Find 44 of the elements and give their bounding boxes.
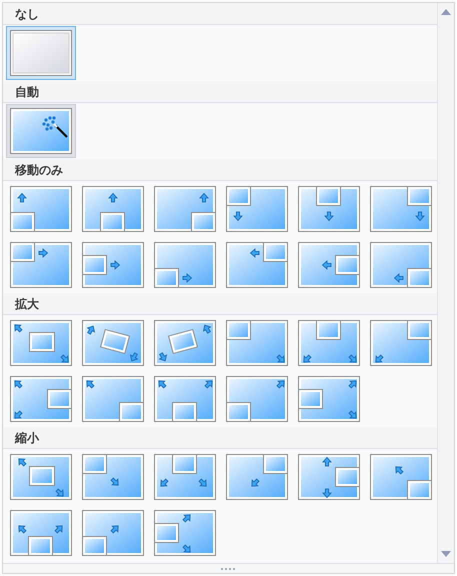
pan-zoom-thumbnail-icon — [82, 186, 144, 232]
pan-zoom-thumbnail-icon — [298, 454, 360, 500]
section-title: 拡大 — [15, 296, 39, 312]
pan-zoom-thumbnail-icon — [226, 320, 288, 366]
pan-zoom-thumbnail-icon — [82, 320, 144, 366]
pan-zoom-thumbnail-icon — [82, 376, 144, 422]
pan-zoom-thumbnail-icon — [370, 186, 432, 232]
pan-zoom-thumbnail-icon — [82, 510, 144, 556]
pan-zoom-thumbnail-icon — [154, 376, 216, 422]
pan-zoom-thumbnail-icon — [226, 242, 288, 288]
pan-zoom-thumbnail-icon — [154, 186, 216, 232]
section-title: 移動のみ — [15, 162, 63, 178]
section-title: なし — [15, 6, 39, 22]
pan-zoom-thumbnail-icon — [154, 242, 216, 288]
pan-zoom-thumbnail-icon — [226, 376, 288, 422]
pan-zoom-thumbnail-icon — [154, 510, 216, 556]
pan-zoom-thumbnail-icon — [298, 242, 360, 288]
pan-zoom-thumbnail-icon — [226, 454, 288, 500]
effect-thumbnail[interactable] — [6, 26, 76, 80]
blank-thumbnail-icon — [10, 30, 72, 76]
section-title: 縮小 — [15, 430, 39, 446]
pan-zoom-thumbnail-icon — [370, 320, 432, 366]
pan-zoom-thumbnail-icon — [10, 510, 72, 556]
pan-zoom-thumbnail-icon — [82, 454, 144, 500]
pan-zoom-thumbnail-icon — [10, 454, 72, 500]
magic-wand-thumbnail-icon — [10, 108, 72, 154]
effect-thumbnail[interactable] — [6, 104, 76, 158]
pan-zoom-thumbnail-icon — [370, 242, 432, 288]
resize-grip[interactable] — [3, 563, 454, 573]
pan-zoom-thumbnail-icon — [10, 320, 72, 366]
pan-zoom-thumbnail-icon — [298, 186, 360, 232]
section-title: 自動 — [15, 84, 39, 100]
pan-zoom-thumbnail-icon — [298, 320, 360, 366]
pan-zoom-thumbnail-icon — [154, 454, 216, 500]
pan-zoom-thumbnail-icon — [82, 242, 144, 288]
pan-zoom-thumbnail-icon — [226, 186, 288, 232]
pan-zoom-thumbnail-icon — [10, 186, 72, 232]
pan-zoom-thumbnail-icon — [370, 454, 432, 500]
scroll-up-icon[interactable] — [441, 9, 451, 15]
scroll-down-icon[interactable] — [441, 551, 451, 557]
pan-zoom-thumbnail-icon — [10, 376, 72, 422]
pan-zoom-thumbnail-icon — [10, 242, 72, 288]
pan-zoom-thumbnail-icon — [298, 376, 360, 422]
pan-zoom-thumbnail-icon — [154, 320, 216, 366]
